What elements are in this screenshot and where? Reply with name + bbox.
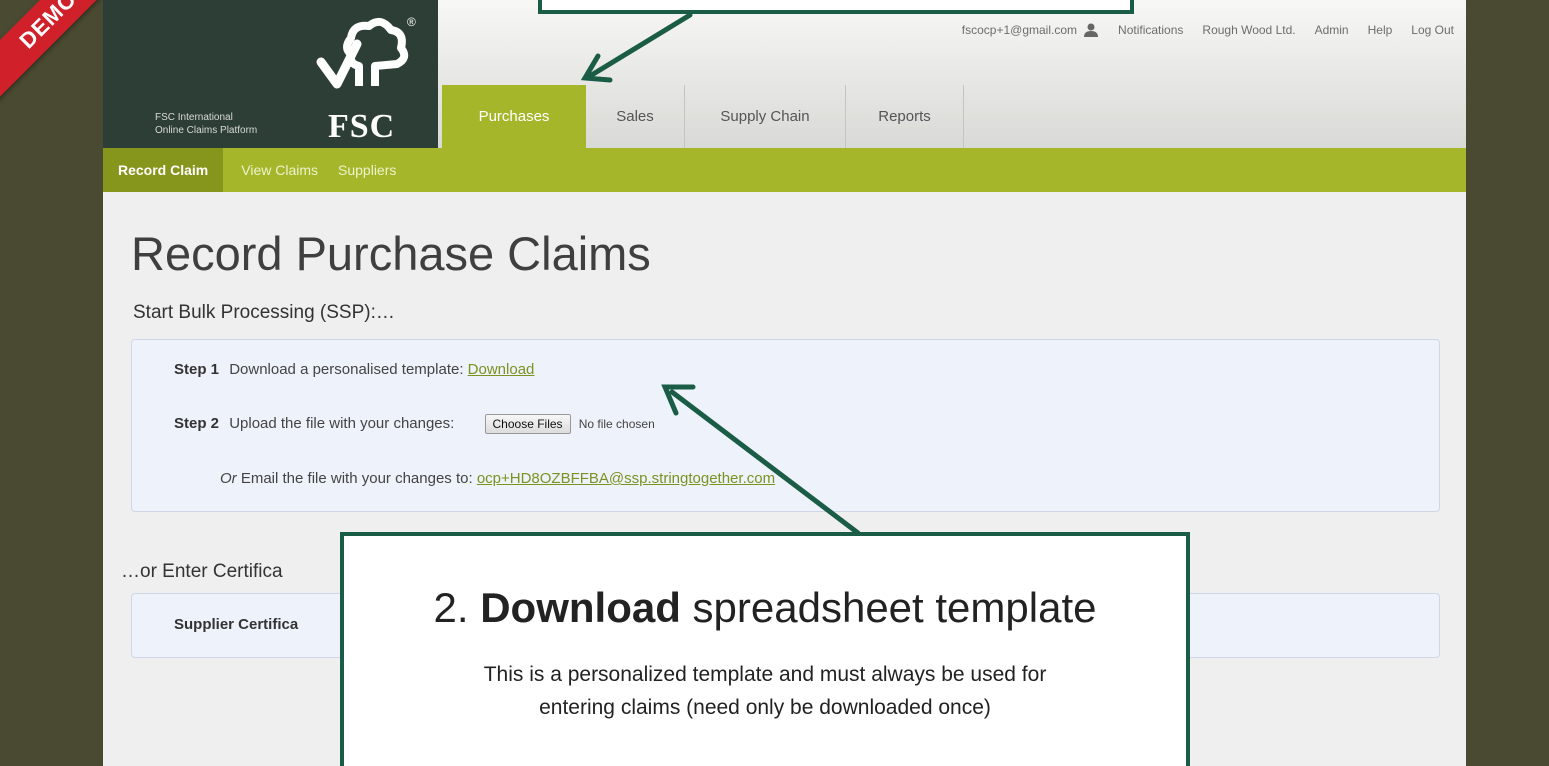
registered-mark: ® [407, 15, 416, 29]
logo-line-2: Online Claims Platform [155, 125, 258, 136]
bulk-processing-panel: Step 1 Download a personalised template:… [131, 339, 1440, 512]
callout-box: 2. Download spreadsheet template This is… [340, 532, 1190, 766]
help-link[interactable]: Help [1368, 23, 1393, 37]
step-1-text: Download a personalised template: [229, 361, 464, 378]
logout-link[interactable]: Log Out [1411, 23, 1454, 37]
callout-desc-line-2: entering claims (need only be downloaded… [539, 696, 991, 719]
email-text: Email the file with your changes to: [240, 470, 473, 487]
supplier-certificate-label: Supplier Certifica [174, 616, 299, 633]
callout-rest: spreadsheet template [692, 584, 1097, 631]
subnav-view-claims[interactable]: View Claims [223, 148, 336, 192]
fsc-wordmark: FSC [328, 108, 396, 145]
or-label: Or [220, 470, 237, 487]
callout-desc-line-1: This is a personalized template and must… [483, 663, 1047, 686]
admin-link[interactable]: Admin [1315, 23, 1349, 37]
logo-subtitle: FSC International Online Claims Platform [155, 111, 257, 137]
no-file-status: No file chosen [578, 417, 655, 431]
callout-number: 2. [433, 584, 469, 631]
sub-navigation: Record Claim View Claims Suppliers [103, 148, 1466, 192]
tab-sales[interactable]: Sales [586, 85, 685, 148]
bulk-processing-heading: Start Bulk Processing (SSP):… [133, 302, 395, 323]
callout-bold: Download [480, 584, 681, 631]
notifications-link[interactable]: Notifications [1118, 23, 1183, 37]
callout-box-top [538, 0, 1134, 14]
enter-certificate-heading: …or Enter Certifica [121, 561, 283, 582]
fsc-logo[interactable]: ® FSC International Online Claims Platfo… [103, 0, 438, 148]
company-link[interactable]: Rough Wood Ltd. [1202, 23, 1295, 37]
step-2-row: Step 2 Upload the file with your changes… [174, 414, 655, 434]
main-tabs: Purchases Sales Supply Chain Reports [442, 85, 964, 148]
user-email-link[interactable]: fscocp+1@gmail.com [962, 23, 1077, 37]
subnav-record-claim[interactable]: Record Claim [103, 148, 224, 192]
subnav-suppliers[interactable]: Suppliers [336, 148, 414, 192]
download-template-link[interactable]: Download [468, 361, 535, 378]
header: ® FSC International Online Claims Platfo… [103, 0, 1466, 148]
user-icon[interactable] [1083, 22, 1099, 38]
email-address-link[interactable]: ocp+HD8OZBFFBA@ssp.stringtogether.com [477, 470, 775, 487]
step-2-text: Upload the file with your changes: [229, 414, 455, 432]
callout-description: This is a personalized template and must… [344, 658, 1186, 724]
page-title: Record Purchase Claims [131, 227, 651, 280]
step-1-label: Step 1 [174, 361, 220, 378]
tab-reports[interactable]: Reports [846, 85, 964, 148]
supplier-row: Supplier Certifica [174, 616, 304, 633]
email-row: Or Email the file with your changes to: … [220, 470, 775, 487]
tab-supply-chain[interactable]: Supply Chain [685, 85, 846, 148]
fsc-tree-icon: ® [316, 15, 416, 89]
callout-title: 2. Download spreadsheet template [344, 584, 1186, 632]
step-2-label: Step 2 [174, 414, 220, 432]
top-navigation: fscocp+1@gmail.com Notifications Rough W… [943, 22, 1454, 38]
tab-purchases[interactable]: Purchases [442, 85, 586, 148]
choose-files-button[interactable]: Choose Files [484, 414, 571, 434]
logo-line-1: FSC International [155, 112, 233, 123]
step-1-row: Step 1 Download a personalised template:… [174, 361, 534, 378]
